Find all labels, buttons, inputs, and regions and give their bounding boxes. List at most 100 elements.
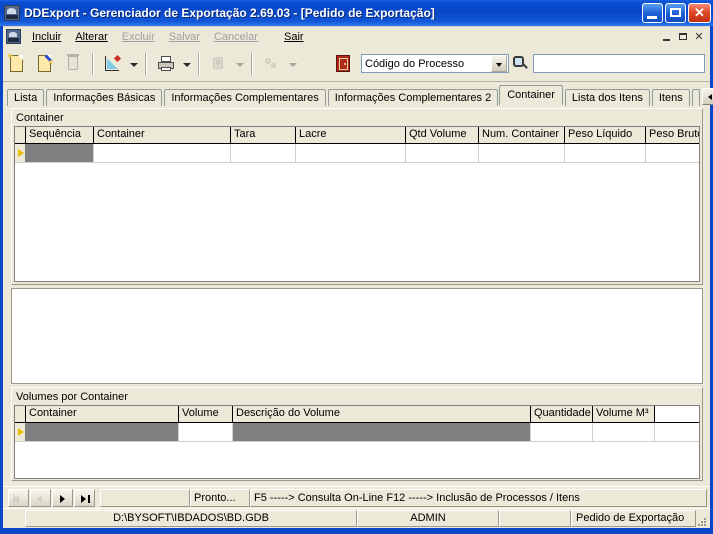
- minimize-button[interactable]: [642, 3, 663, 23]
- status-hints-panel: F5 -----> Consulta On-Line F12 -----> In…: [250, 488, 707, 507]
- cell-volume-m3[interactable]: [593, 423, 655, 441]
- table-row[interactable]: [15, 144, 699, 163]
- table-row[interactable]: [15, 423, 699, 442]
- search-icon[interactable]: [511, 52, 531, 76]
- mdi-child-icon: [6, 29, 21, 44]
- close-button[interactable]: ✕: [688, 3, 711, 23]
- cell-volume[interactable]: [179, 423, 233, 441]
- resize-grip[interactable]: [694, 514, 706, 526]
- column-header-volume-m3[interactable]: Volume M³: [593, 406, 655, 422]
- tab-informacoes-extra[interactable]: Infor: [691, 89, 700, 106]
- column-header-filler: [655, 406, 699, 422]
- column-header-sequencia[interactable]: Sequência: [26, 127, 94, 143]
- column-header-lacre[interactable]: Lacre: [296, 127, 406, 143]
- cell-peso-bruto[interactable]: [646, 144, 699, 162]
- current-row-indicator: [15, 144, 26, 162]
- chevron-down-icon[interactable]: [491, 55, 507, 72]
- cell-quantidade[interactable]: [531, 423, 593, 441]
- menu-item-incluir[interactable]: Incluir: [25, 29, 68, 45]
- tab-itens[interactable]: Itens: [651, 89, 690, 106]
- mdi-close-icon: ✕: [694, 30, 704, 43]
- tab-informacoes-complementares-2[interactable]: Informações Complementares 2: [327, 89, 499, 106]
- toolbar-separator: [198, 52, 200, 75]
- edit-record-button[interactable]: [32, 51, 58, 77]
- column-header-tara[interactable]: Tara: [231, 127, 296, 143]
- cell-descricao-do-volume[interactable]: [233, 423, 531, 441]
- cell-lacre[interactable]: [296, 144, 406, 162]
- printer-icon: [158, 55, 174, 71]
- cell-sequencia[interactable]: [26, 144, 94, 162]
- status-state-panel: Pronto...: [190, 488, 250, 507]
- column-header-descricao-do-volume[interactable]: Descrição do Volume: [233, 406, 531, 422]
- menu-item-sair[interactable]: Sair: [277, 29, 311, 45]
- delete-record-button: [60, 51, 86, 77]
- row-indicator-header: [15, 127, 26, 143]
- toolbar-separator: [92, 52, 94, 75]
- tools-button: [259, 51, 285, 77]
- report-button[interactable]: [100, 51, 126, 77]
- tab-informacoes-basicas[interactable]: Informações Básicas: [46, 89, 163, 106]
- status-empty-panel: [499, 510, 571, 527]
- tab-strip: Lista Informações Básicas Informações Co…: [7, 84, 713, 106]
- mdi-restore-button[interactable]: [675, 30, 691, 44]
- tab-scroll-left-button[interactable]: [701, 88, 713, 105]
- container-panel-lower: [11, 288, 703, 384]
- exit-door-icon: [336, 54, 350, 72]
- column-header-container[interactable]: Container: [94, 127, 231, 143]
- gears-icon: [264, 56, 279, 71]
- column-header-qtd-volume[interactable]: Qtd Volume: [406, 127, 479, 143]
- cell-qtd-volume[interactable]: [406, 144, 479, 162]
- previous-record-icon: [31, 490, 50, 506]
- container-panel: Container Sequência Container Tara Lacre…: [11, 108, 703, 285]
- cell-tara[interactable]: [231, 144, 296, 162]
- volumes-grid-empty-area[interactable]: [15, 442, 699, 478]
- tab-informacoes-complementares[interactable]: Informações Complementares: [164, 89, 326, 106]
- column-header-peso-liquido[interactable]: Peso Líquido: [565, 127, 646, 143]
- print-dropdown-arrow[interactable]: [180, 51, 193, 77]
- cell-container[interactable]: [94, 144, 231, 162]
- column-header-num-container[interactable]: Num. Container: [479, 127, 565, 143]
- volumes-grid[interactable]: Container Volume Descrição do Volume Qua…: [14, 405, 700, 479]
- menu-item-alterar[interactable]: Alterar: [68, 29, 114, 45]
- tab-lista-dos-itens[interactable]: Lista dos Itens: [564, 89, 650, 106]
- report-dropdown-arrow[interactable]: [127, 51, 140, 77]
- container-grid-empty-area[interactable]: [15, 163, 699, 281]
- cell-filler: [655, 423, 699, 441]
- cell-peso-liquido[interactable]: [565, 144, 646, 162]
- exit-button[interactable]: [330, 51, 356, 77]
- last-record-icon: [75, 490, 94, 506]
- status-blank-panel: [100, 488, 190, 507]
- nav-next-button[interactable]: [52, 488, 73, 507]
- column-header-peso-bruto[interactable]: Peso Bruto: [646, 127, 699, 143]
- mdi-window-controls: ✕: [659, 30, 707, 44]
- current-row-indicator: [15, 423, 26, 441]
- column-header-volume[interactable]: Volume: [179, 406, 233, 422]
- application-window: DDExport - Gerenciador de Exportação 2.6…: [0, 0, 713, 534]
- cell-num-container[interactable]: [479, 144, 565, 162]
- tab-container[interactable]: Container: [499, 85, 563, 105]
- stamp-icon: [211, 56, 226, 71]
- tab-lista[interactable]: Lista: [7, 89, 45, 106]
- nav-first-button: [8, 488, 29, 507]
- window-title: DDExport - Gerenciador de Exportação 2.6…: [24, 6, 435, 20]
- column-header-container[interactable]: Container: [26, 406, 179, 422]
- print-button[interactable]: [153, 51, 179, 77]
- client-area: Lista Informações Básicas Informações Co…: [3, 82, 713, 486]
- column-header-quantidade[interactable]: Quantidade: [531, 406, 593, 422]
- search-field-value: Código do Processo: [365, 57, 465, 70]
- search-field-combo[interactable]: Código do Processo: [361, 54, 509, 73]
- maximize-button[interactable]: [665, 3, 686, 23]
- container-grid-header: Sequência Container Tara Lacre Qtd Volum…: [15, 127, 699, 144]
- new-record-button[interactable]: ✦: [4, 51, 30, 77]
- cell-container[interactable]: [26, 423, 179, 441]
- nav-last-button[interactable]: [74, 488, 95, 507]
- tab-scroll-controls: [701, 88, 713, 105]
- first-record-icon: [9, 490, 28, 506]
- container-grid[interactable]: Sequência Container Tara Lacre Qtd Volum…: [14, 126, 700, 282]
- search-input[interactable]: [533, 54, 705, 73]
- row-indicator-header: [15, 406, 26, 422]
- mdi-close-button[interactable]: ✕: [691, 30, 707, 44]
- app-icon: [4, 5, 20, 21]
- mdi-minimize-button[interactable]: [659, 30, 675, 44]
- status-database-panel: D:\BYSOFT\IBDADOS\BD.GDB: [25, 510, 357, 527]
